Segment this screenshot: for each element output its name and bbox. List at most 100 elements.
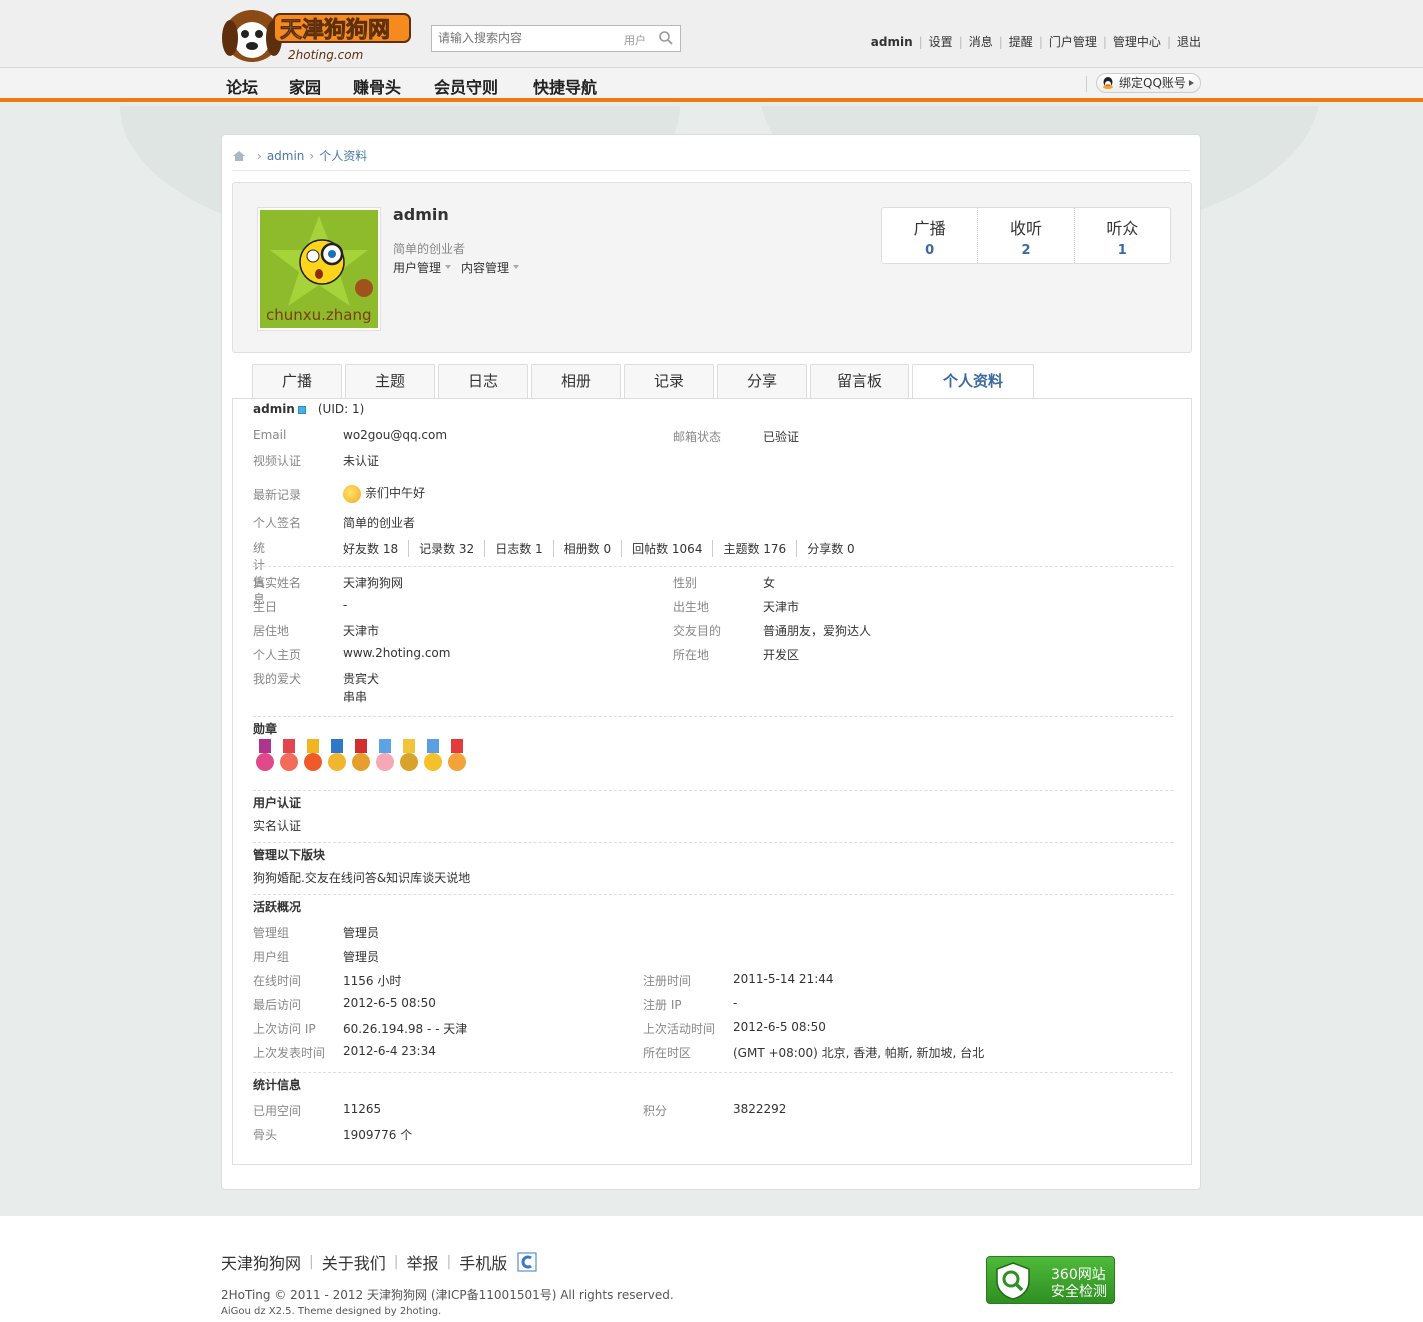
online-status-icon <box>297 405 306 414</box>
email-value: wo2gou@qq.com <box>343 428 448 442</box>
svg-text:天津狗狗网: 天津狗狗网 <box>280 17 390 43</box>
nav-item-home[interactable]: 家园 <box>289 74 321 98</box>
tab-broadcast[interactable]: 广播 <box>252 364 342 398</box>
tab-album[interactable]: 相册 <box>531 364 621 398</box>
profile-header: chunxu.zhang admin 简单的创业者 用户管理 内容管理 广播 0… <box>232 182 1192 353</box>
stats-heading: 统计信息 <box>253 1078 302 1092</box>
stat-friends[interactable]: 好友数 18 <box>343 540 410 557</box>
board-link[interactable]: 狗狗婚配.交友 <box>253 869 329 886</box>
reg-time-value: 2011-5-14 21:44 <box>733 972 834 986</box>
shield-icon <box>996 1262 1030 1300</box>
admin-group-value[interactable]: 管理员 <box>343 924 379 941</box>
credits-value: 3822292 <box>733 1102 787 1116</box>
avatar[interactable]: chunxu.zhang <box>257 207 381 331</box>
location-label: 所在地 <box>673 648 710 662</box>
nav-item-earn-bones[interactable]: 赚骨头 <box>353 74 401 98</box>
dog-value-1: 贵宾犬 <box>343 672 380 686</box>
stat-albums[interactable]: 相册数 0 <box>554 540 623 557</box>
residence-label: 居住地 <box>253 624 290 638</box>
video-label: 视频认证 <box>253 454 302 468</box>
medal-icon[interactable] <box>421 739 445 773</box>
stat-broadcast[interactable]: 广播 0 <box>882 208 979 263</box>
logout-link[interactable]: 退出 <box>1177 33 1201 50</box>
nav-item-rules[interactable]: 会员守则 <box>434 74 498 98</box>
verify-heading: 用户认证 <box>253 796 302 810</box>
stat-shares[interactable]: 分享数 0 <box>797 540 864 557</box>
last-ip-value: 60.26.194.98 - - 天津 <box>343 1022 468 1036</box>
medal-icon[interactable] <box>445 739 469 773</box>
statistics-line: 好友数 18 记录数 32 日志数 1 相册数 0 回帖数 1064 主题数 1… <box>343 540 865 557</box>
follow-stats: 广播 0 收听 2 听众 1 <box>881 207 1171 264</box>
notifications-link[interactable]: 提醒 <box>1009 33 1033 50</box>
medal-icon[interactable] <box>349 739 373 773</box>
breadcrumb: › admin › 个人资料 <box>232 147 367 164</box>
main-nav: 论坛 家园 赚骨头 会员守则 快捷导航 绑定QQ账号 <box>0 68 1423 102</box>
footer-about-link[interactable]: 关于我们 <box>322 1250 386 1274</box>
powered-by: AiGou dz X2.5. Theme designed by 2hoting… <box>221 1306 442 1317</box>
realname-value: 天津狗狗网 <box>343 576 404 590</box>
nav-item-quick-nav[interactable]: 快捷导航 <box>533 74 597 98</box>
tab-threads[interactable]: 主题 <box>345 364 435 398</box>
breadcrumb-profile[interactable]: 个人资料 <box>319 147 367 164</box>
user-group-value[interactable]: 管理员 <box>343 948 379 965</box>
content-manage-dropdown[interactable]: 内容管理 <box>461 259 520 276</box>
portal-admin-link[interactable]: 门户管理 <box>1049 33 1097 50</box>
last-active-value: 2012-6-5 08:50 <box>733 1020 826 1034</box>
medal-icon[interactable] <box>325 739 349 773</box>
nav-item-forum[interactable]: 论坛 <box>226 74 258 98</box>
medal-icon[interactable] <box>373 739 397 773</box>
qq-bind-button[interactable]: 绑定QQ账号 <box>1096 73 1201 93</box>
medal-icon[interactable] <box>253 739 277 773</box>
stat-blogs[interactable]: 日志数 1 <box>485 540 554 557</box>
gender-label: 性别 <box>673 576 698 590</box>
managed-boards: 狗狗婚配.交友 在线问答&知识库 谈天说地 <box>253 869 470 886</box>
tab-guestbook[interactable]: 留言板 <box>810 364 909 398</box>
search-type-select[interactable]: 用户 <box>624 32 646 48</box>
homepage-link[interactable]: www.2hoting.com <box>343 646 450 660</box>
breadcrumb-user[interactable]: admin <box>267 149 305 163</box>
stat-replies[interactable]: 回帖数 1064 <box>622 540 714 557</box>
stat-followers[interactable]: 听众 1 <box>1075 208 1170 263</box>
current-user-link[interactable]: admin <box>871 35 913 49</box>
timezone-value: (GMT +08:00) 北京, 香港, 帕斯, 新加坡, 台北 <box>733 1046 985 1060</box>
birthplace-value: 天津市 <box>763 600 800 614</box>
online-time-label: 在线时间 <box>253 974 302 988</box>
homepage-label: 个人主页 <box>253 648 302 662</box>
footer-links: 天津狗狗网 | 关于我们 | 举报 | 手机版 <box>221 1250 537 1274</box>
board-link[interactable]: 在线问答&知识库 <box>329 869 422 886</box>
footer-site-link[interactable]: 天津狗狗网 <box>221 1250 301 1274</box>
tab-share[interactable]: 分享 <box>717 364 807 398</box>
settings-link[interactable]: 设置 <box>929 33 953 50</box>
messages-link[interactable]: 消息 <box>969 33 993 50</box>
medal-icon[interactable] <box>301 739 325 773</box>
stat-threads[interactable]: 主题数 176 <box>713 540 798 557</box>
search-input[interactable] <box>438 31 608 45</box>
stat-records[interactable]: 记录数 32 <box>409 540 486 557</box>
user-manage-dropdown[interactable]: 用户管理 <box>393 259 452 276</box>
credits-label: 积分 <box>643 1104 668 1118</box>
site-logo[interactable]: 天津狗狗网 2hoting.com <box>222 4 414 66</box>
security-badge[interactable]: 360网站 安全检测 <box>986 1256 1115 1304</box>
medal-icon[interactable] <box>277 739 301 773</box>
tab-blog[interactable]: 日志 <box>438 364 528 398</box>
medal-list <box>253 739 469 773</box>
boards-heading: 管理以下版块 <box>253 848 326 862</box>
search-icon[interactable] <box>658 30 674 46</box>
latest-record-value[interactable]: 亲们中午好 <box>343 484 425 503</box>
home-icon[interactable] <box>232 150 246 162</box>
profile-menu: 用户管理 内容管理 <box>393 259 529 276</box>
admin-center-link[interactable]: 管理中心 <box>1113 33 1161 50</box>
footer-report-link[interactable]: 举报 <box>406 1250 438 1274</box>
stat-following[interactable]: 收听 2 <box>978 208 1075 263</box>
cnzz-stat-icon[interactable] <box>517 1252 537 1272</box>
uid: (UID: 1) <box>317 402 365 416</box>
email-label: Email <box>253 428 287 442</box>
tab-profile[interactable]: 个人资料 <box>912 364 1034 399</box>
medal-icon[interactable] <box>397 739 421 773</box>
tab-records[interactable]: 记录 <box>624 364 714 398</box>
dog-label: 我的爱犬 <box>253 672 302 686</box>
footer-mobile-link[interactable]: 手机版 <box>459 1250 507 1274</box>
gender-value: 女 <box>763 576 776 590</box>
board-link[interactable]: 谈天说地 <box>422 869 470 886</box>
timezone-label: 所在时区 <box>643 1046 692 1060</box>
